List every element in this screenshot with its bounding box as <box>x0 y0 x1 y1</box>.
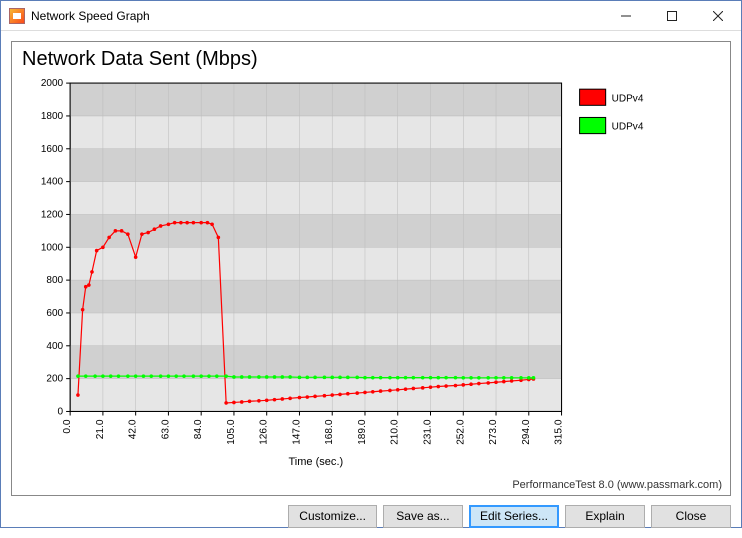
svg-text:0: 0 <box>58 406 64 417</box>
svg-text:210.0: 210.0 <box>390 419 401 445</box>
svg-text:273.0: 273.0 <box>488 419 499 445</box>
svg-text:0.0: 0.0 <box>62 419 73 433</box>
window-title: Network Speed Graph <box>31 9 150 23</box>
chart-panel: Network Data Sent (Mbps) 0 200 400 600 800 10… <box>11 41 731 496</box>
close-window-button[interactable] <box>695 1 741 31</box>
footer-credit: PerformanceTest 8.0 (www.passmark.com) <box>20 477 722 491</box>
chart-title: Network Data Sent (Mbps) <box>22 48 722 71</box>
svg-text:252.0: 252.0 <box>455 419 466 445</box>
chart-svg: 0 200 400 600 800 1000 1200 1400 1600 1800 2000 0.0… <box>20 73 722 477</box>
svg-text:800: 800 <box>46 275 63 286</box>
titlebar[interactable]: Network Speed Graph <box>1 1 741 31</box>
svg-text:600: 600 <box>46 308 63 319</box>
save-as-button[interactable]: Save as... <box>383 505 463 528</box>
chart-area: 0 200 400 600 800 1000 1200 1400 1600 1800 2000 0.0… <box>20 73 722 477</box>
svg-text:1800: 1800 <box>41 111 64 122</box>
app-window: Network Speed Graph Network Data Sent (M… <box>0 0 742 528</box>
svg-text:168.0: 168.0 <box>324 419 335 445</box>
button-bar: Customize... Save as... Edit Series... E… <box>11 496 731 532</box>
close-button[interactable]: Close <box>651 505 731 528</box>
svg-text:147.0: 147.0 <box>291 419 302 445</box>
svg-text:400: 400 <box>46 341 63 352</box>
svg-text:315.0: 315.0 <box>554 419 565 445</box>
svg-text:UDPv4: UDPv4 <box>612 122 644 133</box>
svg-text:105.0: 105.0 <box>226 419 237 445</box>
svg-text:1000: 1000 <box>41 242 64 253</box>
svg-text:84.0: 84.0 <box>193 419 204 439</box>
customize-button[interactable]: Customize... <box>288 505 377 528</box>
svg-text:231.0: 231.0 <box>423 419 434 445</box>
svg-text:1400: 1400 <box>41 177 64 188</box>
client-area: Network Data Sent (Mbps) 0 200 400 600 800 10… <box>1 31 741 538</box>
svg-text:UDPv4: UDPv4 <box>612 93 644 104</box>
maximize-button[interactable] <box>649 1 695 31</box>
svg-text:126.0: 126.0 <box>259 419 270 445</box>
svg-text:Time (sec.): Time (sec.) <box>288 456 343 468</box>
svg-text:21.0: 21.0 <box>95 419 106 439</box>
minimize-button[interactable] <box>603 1 649 31</box>
svg-text:294.0: 294.0 <box>521 419 532 445</box>
edit-series-button[interactable]: Edit Series... <box>469 505 559 528</box>
svg-text:1200: 1200 <box>41 209 64 220</box>
svg-text:63.0: 63.0 <box>160 419 171 439</box>
svg-text:1600: 1600 <box>41 144 64 155</box>
app-icon <box>9 8 25 24</box>
svg-text:189.0: 189.0 <box>357 419 368 445</box>
explain-button[interactable]: Explain <box>565 505 645 528</box>
svg-text:200: 200 <box>46 374 63 385</box>
svg-text:42.0: 42.0 <box>128 419 139 439</box>
svg-text:2000: 2000 <box>41 78 64 89</box>
